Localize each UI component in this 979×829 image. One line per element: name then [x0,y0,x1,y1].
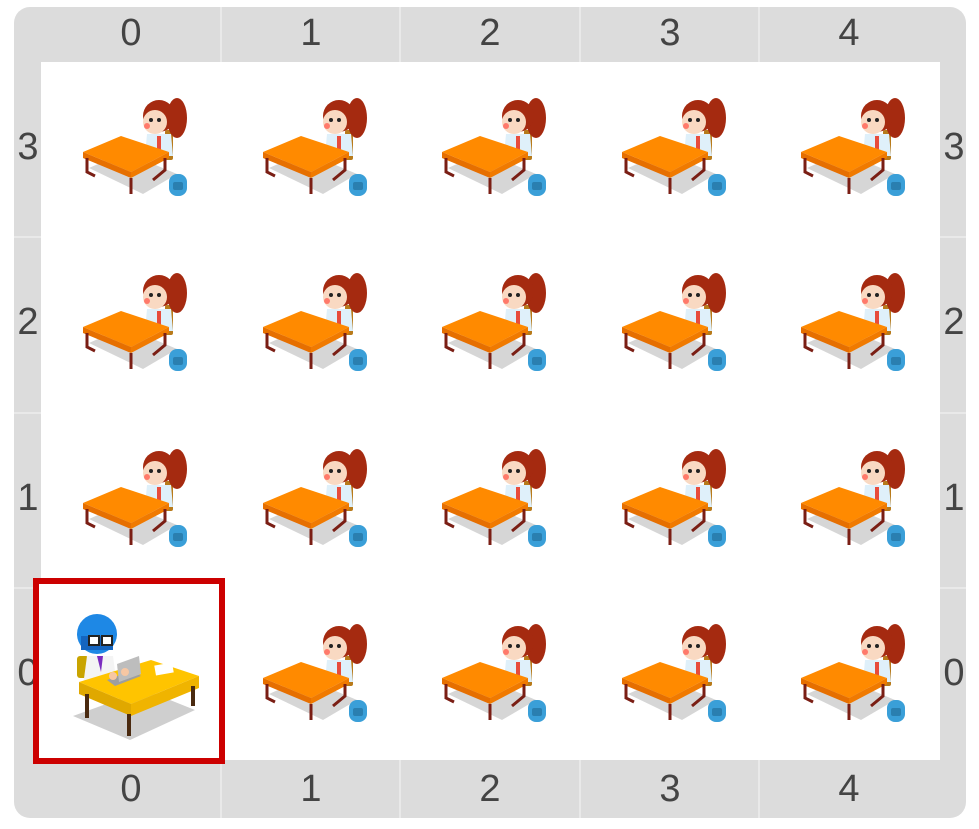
student-at-desk-icon [263,273,367,371]
student-cell[interactable] [221,62,401,237]
row-label-right-2: 2 [943,301,965,343]
student-cell[interactable] [400,588,580,763]
student-cell[interactable] [41,237,221,412]
row-separator [14,236,41,238]
row-separator [14,412,41,414]
student-cell[interactable] [580,62,760,237]
col-label-top-3: 3 [659,12,681,54]
student-at-desk-icon [801,624,905,722]
student-at-desk-icon [801,273,905,371]
col-label-bottom-2: 2 [479,768,501,810]
student-cell[interactable] [400,62,580,237]
student-cell[interactable] [221,413,401,588]
student-cell[interactable] [580,588,760,763]
row-separator [940,236,966,238]
student-at-desk-icon [622,98,726,196]
student-at-desk-icon [263,624,367,722]
student-at-desk-icon [442,273,546,371]
student-at-desk-icon [263,98,367,196]
student-at-desk-icon [801,98,905,196]
student-at-desk-icon [442,449,546,547]
row-separator [940,412,966,414]
student-at-desk-icon [83,449,187,547]
student-cell[interactable] [41,413,221,588]
student-at-desk-icon [263,449,367,547]
student-cell[interactable] [221,237,401,412]
col-label-top-4: 4 [838,12,860,54]
col-label-bottom-0: 0 [120,768,142,810]
row-label-right-0: 0 [943,652,965,694]
student-at-desk-icon [442,98,546,196]
selected-teacher-cell[interactable] [33,578,225,764]
col-label-top-1: 1 [300,12,322,54]
student-cell[interactable] [221,588,401,763]
col-label-bottom-1: 1 [300,768,322,810]
student-cell[interactable] [41,62,221,237]
student-cell[interactable] [759,413,939,588]
row-label-right-1: 1 [943,477,965,519]
student-cell[interactable] [580,413,760,588]
student-cell[interactable] [400,237,580,412]
student-at-desk-icon [83,98,187,196]
teacher-at-desk-icon [73,614,199,740]
col-label-bottom-4: 4 [838,768,860,810]
student-cell[interactable] [759,588,939,763]
student-at-desk-icon [83,273,187,371]
student-at-desk-icon [622,273,726,371]
student-at-desk-icon [442,624,546,722]
student-at-desk-icon [622,449,726,547]
row-separator [940,587,966,589]
student-cell[interactable] [580,237,760,412]
student-cell[interactable] [759,237,939,412]
student-at-desk-icon [801,449,905,547]
col-label-top-2: 2 [479,12,501,54]
col-label-top-0: 0 [120,12,142,54]
student-at-desk-icon [622,624,726,722]
col-label-bottom-3: 3 [659,768,681,810]
student-cell[interactable] [759,62,939,237]
row-label-right-3: 3 [943,126,965,168]
student-cell[interactable] [400,413,580,588]
